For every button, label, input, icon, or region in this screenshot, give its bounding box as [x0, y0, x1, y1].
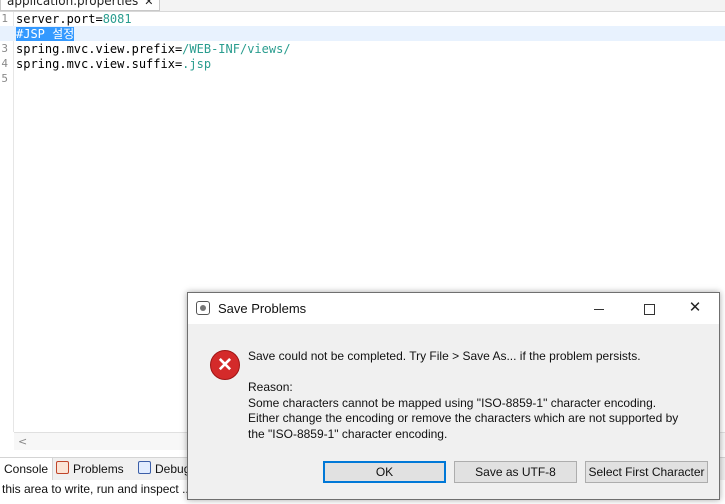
console-tab-label: Console	[4, 462, 49, 476]
property-value: 8081	[102, 12, 132, 26]
property-key: server.port=	[16, 12, 103, 26]
reason-line: the "ISO-8859-1" character encoding.	[248, 426, 448, 441]
debug-icon	[138, 461, 151, 474]
dialog-title-bar[interactable]: Save Problems ✕	[188, 293, 719, 324]
dialog-title: Save Problems	[218, 301, 307, 316]
property-value: .jsp	[182, 57, 212, 71]
minimize-icon	[594, 308, 604, 310]
selected-comment: #JSP 설정	[16, 27, 75, 41]
ok-button[interactable]: OK	[323, 461, 446, 483]
editor-tab-label: application.properties	[7, 0, 139, 8]
maximize-button[interactable]	[626, 295, 672, 321]
code-line[interactable]: spring.mvc.view.prefix=/WEB-INF/views/	[16, 42, 291, 57]
close-icon: ✕	[688, 299, 702, 316]
line-number: 5	[1, 72, 8, 85]
reason-line: Some characters cannot be mapped using "…	[248, 395, 657, 410]
line-number: 3	[1, 42, 8, 55]
close-button[interactable]: ✕	[672, 295, 718, 321]
line-number: 4	[1, 57, 8, 70]
reason-label: Reason:	[248, 380, 293, 394]
code-line[interactable]: server.port=8081	[16, 12, 132, 27]
error-message: Save could not be completed. Try File > …	[248, 349, 641, 363]
line-number-gutter: 1 2 3 4 5	[0, 12, 14, 432]
save-problems-dialog: Save Problems ✕ ✕ Save could not be comp…	[187, 292, 720, 500]
maximize-icon	[643, 303, 655, 315]
select-first-character-button[interactable]: Select First Character	[585, 461, 708, 483]
error-icon: ✕	[210, 350, 240, 380]
tab-console[interactable]: Console	[0, 458, 54, 480]
reason-line: Either change the encoding or remove the…	[248, 411, 679, 425]
property-key: spring.mvc.view.suffix=	[16, 57, 183, 71]
problems-icon	[56, 461, 69, 474]
editor-tab-bar: application.properties ✕	[0, 0, 725, 12]
console-placeholder-text: this area to write, run and inspect ...	[2, 482, 193, 496]
current-line-highlight	[0, 26, 725, 41]
debug-tab-label: Debug	[155, 462, 191, 476]
code-line[interactable]: #JSP 설정	[16, 27, 75, 42]
eclipse-app-icon	[196, 301, 210, 315]
reason-block: Reason: Some characters cannot be mapped…	[248, 380, 708, 442]
minimize-button[interactable]	[576, 295, 622, 321]
editor-tab[interactable]: application.properties ✕	[0, 0, 161, 11]
save-as-utf8-button[interactable]: Save as UTF-8	[454, 461, 577, 483]
line-number: 1	[1, 12, 8, 25]
problems-tab-label: Problems	[73, 462, 124, 476]
code-line[interactable]: spring.mvc.view.suffix=.jsp	[16, 57, 211, 72]
scroll-left-icon[interactable]: <	[18, 433, 27, 450]
close-tab-icon[interactable]: ✕	[144, 0, 153, 8]
property-value: /WEB-INF/views/	[182, 42, 291, 56]
tab-problems[interactable]: Problems	[56, 458, 124, 480]
tab-debug[interactable]: Debug	[138, 458, 190, 480]
property-key: spring.mvc.view.prefix=	[16, 42, 183, 56]
